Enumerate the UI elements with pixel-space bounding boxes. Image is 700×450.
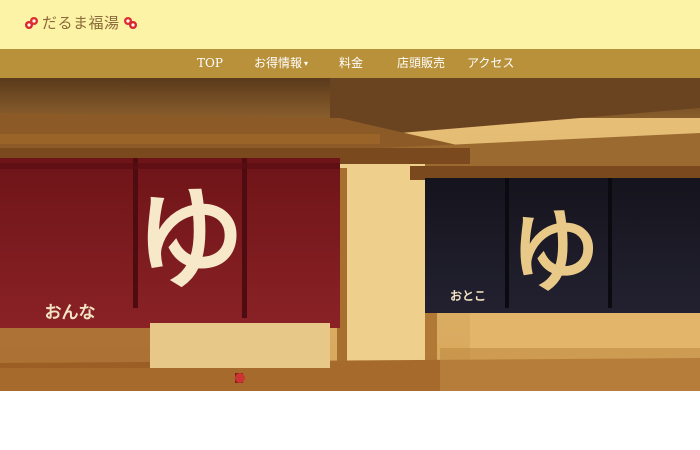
nav-item-deals[interactable]: お得情報 ▾ — [254, 49, 308, 78]
noren-symbol: ゆ — [510, 199, 600, 305]
men-noren-label: おとこ — [450, 289, 486, 303]
site-title: だるま福湯 — [42, 13, 120, 32]
hero-image: ゆ おんな ゆ おとこ — [0, 78, 700, 391]
site-header: だるま福湯 — [0, 0, 700, 49]
site-logo[interactable]: だるま福湯 — [24, 11, 138, 33]
nav-item-label: TOP — [197, 56, 223, 70]
daruma-icon — [123, 15, 138, 29]
nav-item-label: アクセス — [467, 56, 515, 70]
women-noren-label: おんな — [45, 303, 96, 323]
nav-item-top[interactable]: TOP — [197, 49, 223, 78]
noren-symbol: ゆ — [135, 175, 245, 304]
nav-item-label: 店頭販売 — [397, 56, 446, 70]
nav-item-price[interactable]: 料金 — [339, 49, 363, 78]
nav-item-access[interactable]: アクセス — [467, 49, 514, 78]
men-noren: ゆ おとこ — [425, 178, 700, 313]
main-nav: TOP お得情報 ▾ 料金 店頭販売 アクセス — [0, 49, 700, 78]
women-noren: ゆ おんな — [0, 158, 340, 328]
page-content-area — [0, 391, 700, 450]
daruma-icon — [24, 15, 39, 29]
caret-down-icon: ▾ — [304, 59, 309, 68]
nav-item-label: お得情報 — [254, 56, 303, 70]
nav-item-label: 料金 — [339, 56, 364, 70]
nav-item-store-sales[interactable]: 店頭販売 — [397, 49, 445, 78]
